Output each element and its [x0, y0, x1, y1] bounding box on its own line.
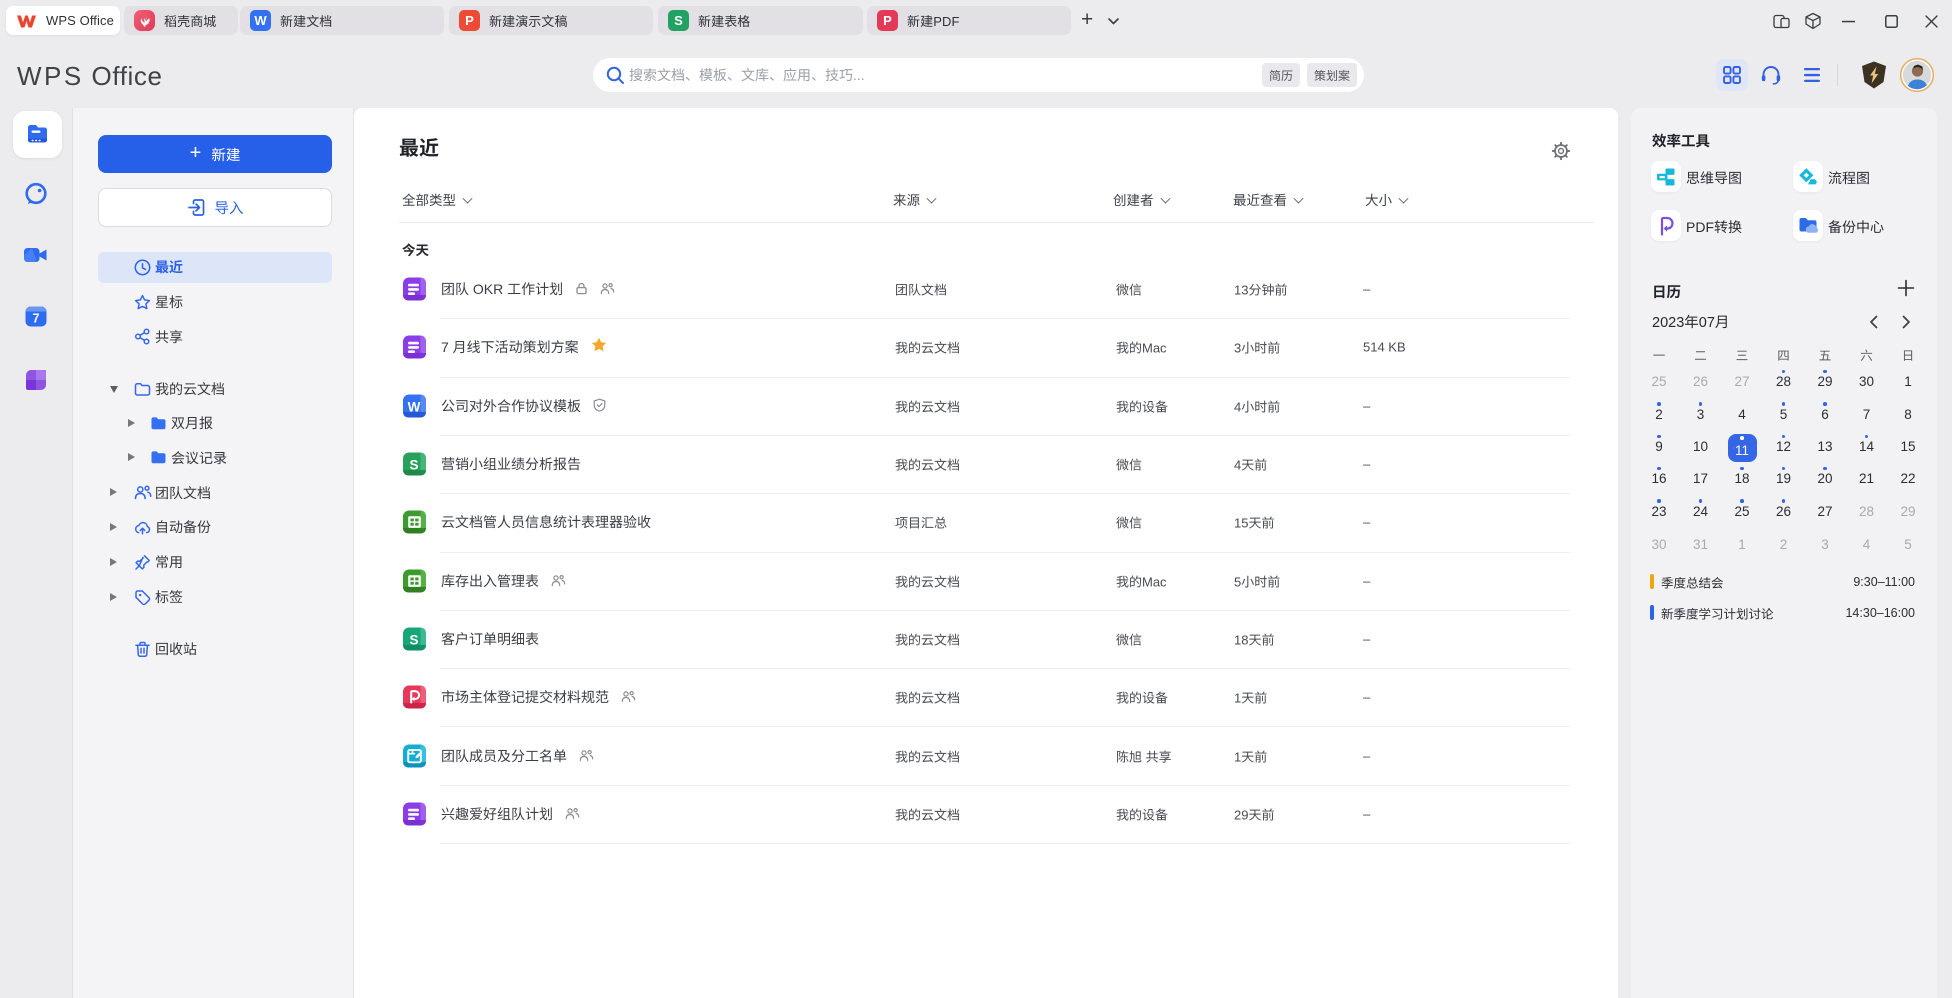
svg-text:7: 7 [33, 312, 40, 326]
svg-text:W: W [408, 399, 421, 414]
svg-text:S: S [409, 632, 418, 647]
svg-text:S: S [409, 457, 418, 472]
